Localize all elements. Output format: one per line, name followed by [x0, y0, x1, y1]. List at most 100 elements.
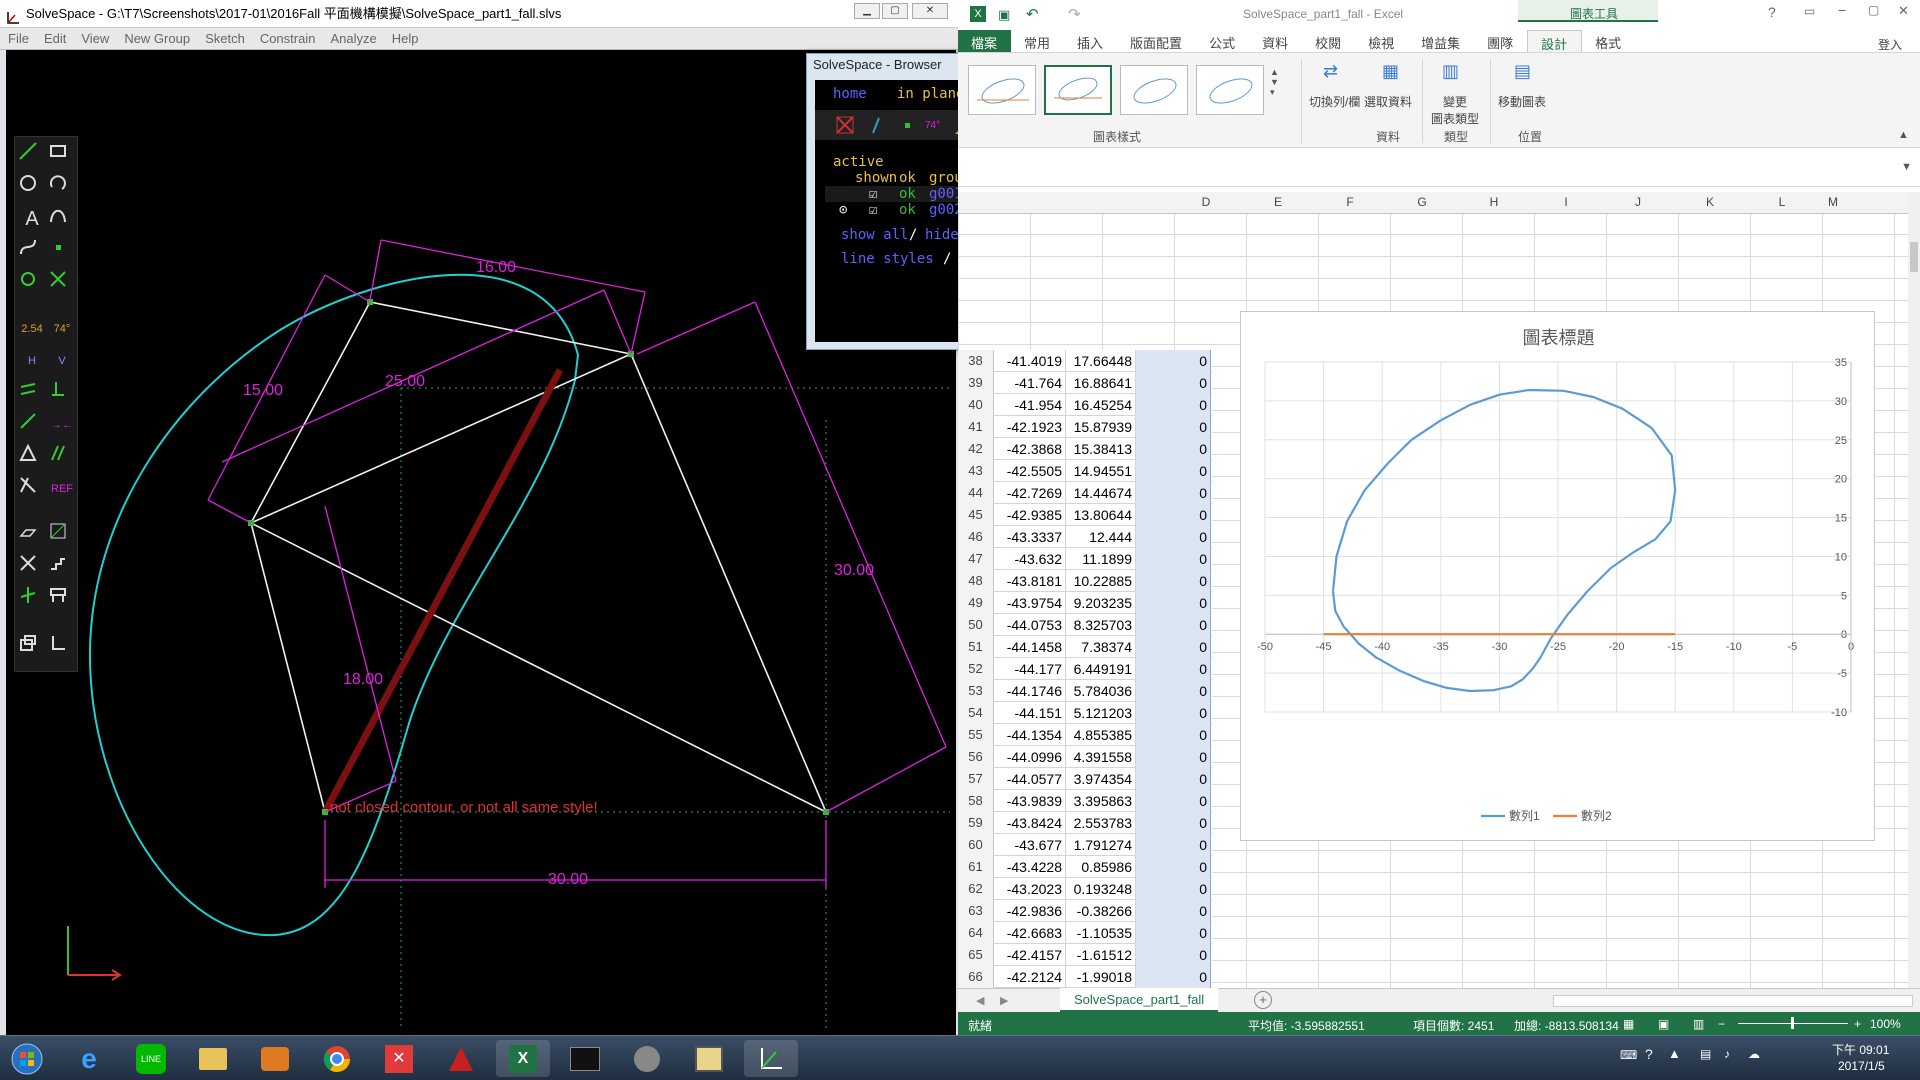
cell[interactable]: -43.9839 — [994, 790, 1066, 812]
cell[interactable]: -43.4228 — [994, 856, 1066, 878]
cell[interactable]: 0 — [1136, 878, 1211, 900]
line-taskbar-icon[interactable]: LINE — [124, 1040, 178, 1077]
cell[interactable]: 0 — [1136, 746, 1211, 768]
table-row[interactable]: 64 -42.6683 -1.10535 0 — [958, 922, 1212, 944]
clock-date[interactable]: 2017/1/5 — [1838, 1059, 1885, 1073]
normals-visibility-icon[interactable] — [872, 117, 880, 134]
cell[interactable]: -44.0577 — [994, 768, 1066, 790]
dim-label-30-bottom[interactable]: 30.00 — [548, 871, 588, 888]
distance-dimension-icon[interactable]: 2.54 — [18, 315, 46, 343]
menu-edit[interactable]: Edit — [36, 28, 73, 49]
cell[interactable]: 0 — [1136, 922, 1211, 944]
maximize-button[interactable]: ▢ — [882, 3, 908, 19]
cell[interactable]: 3.974354 — [1066, 768, 1136, 790]
switch-row-column-icon[interactable]: ⇄ — [1323, 61, 1338, 82]
rectangle-tool-icon[interactable] — [48, 141, 76, 169]
row-number[interactable]: 46 — [958, 526, 994, 548]
close-button[interactable]: ✕ — [912, 3, 948, 19]
solvespace-taskbar-icon[interactable] — [744, 1040, 798, 1077]
cell[interactable]: 4.855385 — [1066, 724, 1136, 746]
change-chart-type-button[interactable]: 變更 圖表類型 — [1430, 93, 1480, 127]
horizontal-constraint-icon[interactable]: H — [18, 347, 46, 375]
cell[interactable]: -44.0996 — [994, 746, 1066, 768]
xmind-taskbar-icon[interactable]: ✕ — [372, 1040, 426, 1077]
dim-label-30-right[interactable]: 30.00 — [834, 562, 874, 579]
cell[interactable]: 14.94551 — [1066, 460, 1136, 482]
select-data-icon[interactable]: ▦ — [1382, 61, 1399, 82]
minimize-button[interactable]: ▁ — [854, 3, 880, 19]
close-icon[interactable]: ✕ — [1898, 3, 1909, 19]
gallery-more-icon[interactable]: ▲ ▼ ▾ — [1270, 67, 1279, 98]
cell[interactable]: -42.1923 — [994, 416, 1066, 438]
save-icon[interactable]: ▣ — [998, 7, 1010, 23]
row-number[interactable]: 43 — [958, 460, 994, 482]
cell[interactable]: -43.2023 — [994, 878, 1066, 900]
tray-network-icon[interactable]: ▤ — [1700, 1047, 1711, 1061]
tab-design[interactable]: 設計 — [1527, 30, 1583, 52]
table-row[interactable]: 63 -42.9836 -0.38266 0 — [958, 900, 1212, 922]
linkage-lines[interactable] — [250, 301, 827, 813]
cell[interactable]: 0 — [1136, 702, 1211, 724]
lathe-icon[interactable] — [48, 521, 76, 549]
cell[interactable]: 0 — [1136, 372, 1211, 394]
sign-in-link[interactable]: 登入 — [1865, 33, 1916, 53]
cell[interactable]: 2.553783 — [1066, 812, 1136, 834]
tray-expand-icon[interactable]: ▲ — [1668, 1046, 1681, 1061]
select-data-button[interactable]: 選取資料 — [1364, 93, 1412, 110]
step-rotate-icon[interactable] — [18, 553, 46, 581]
tray-keyboard-icon[interactable]: ⌨ — [1620, 1048, 1637, 1062]
cell[interactable]: -42.5505 — [994, 460, 1066, 482]
cell[interactable]: 6.449191 — [1066, 658, 1136, 680]
group-checkbox-1[interactable]: ☑ — [869, 186, 877, 202]
cell[interactable]: -44.1746 — [994, 680, 1066, 702]
tray-volume-icon[interactable]: ♪ — [1724, 1047, 1730, 1061]
row-number[interactable]: 38 — [958, 350, 994, 372]
ground-link[interactable] — [321, 368, 564, 814]
switch-row-column-button[interactable]: 切換列/欄 — [1309, 93, 1360, 110]
arc-tool-icon[interactable] — [48, 173, 76, 201]
table-row[interactable]: 40 -41.954 16.45254 0 — [958, 394, 1212, 416]
table-row[interactable]: 58 -43.9839 3.395863 0 — [958, 790, 1212, 812]
cell[interactable]: -42.4157 — [994, 944, 1066, 966]
cell[interactable]: 8.325703 — [1066, 614, 1136, 636]
solvespace-titlebar[interactable]: SolveSpace - G:\T7\Screenshots\2017-01\2… — [0, 0, 958, 28]
tab-format[interactable]: 格式 — [1582, 30, 1635, 52]
cell[interactable]: 16.45254 — [1066, 394, 1136, 416]
table-row[interactable]: 51 -44.1458 7.38374 0 — [958, 636, 1212, 658]
parallel-constraint-icon[interactable] — [18, 379, 46, 407]
menu-help[interactable]: Help — [384, 28, 426, 49]
table-row[interactable]: 50 -44.0753 8.325703 0 — [958, 614, 1212, 636]
cell[interactable]: 0 — [1136, 394, 1211, 416]
dim-label-16[interactable]: 16.00 — [476, 259, 516, 276]
col-header-h[interactable]: H — [1458, 195, 1530, 209]
cell[interactable]: 0 — [1136, 592, 1211, 614]
table-row[interactable]: 39 -41.764 16.88641 0 — [958, 372, 1212, 394]
cell[interactable]: 4.391558 — [1066, 746, 1136, 768]
cell[interactable]: -41.954 — [994, 394, 1066, 416]
row-number[interactable]: 52 — [958, 658, 994, 680]
group-checkbox-2[interactable]: ☑ — [869, 202, 877, 218]
menu-file[interactable]: File — [0, 28, 36, 49]
row-number[interactable]: 45 — [958, 504, 994, 526]
row-number[interactable]: 66 — [958, 966, 994, 988]
cell[interactable]: 5.121203 — [1066, 702, 1136, 724]
table-row[interactable]: 62 -43.2023 0.193248 0 — [958, 878, 1212, 900]
cell[interactable]: -43.632 — [994, 548, 1066, 570]
tab-layout[interactable]: 版面配置 — [1117, 30, 1196, 52]
row-number[interactable]: 54 — [958, 702, 994, 724]
cell[interactable]: 0 — [1136, 416, 1211, 438]
angle-dimension-icon[interactable]: 74° — [48, 315, 76, 343]
reference-toggle-icon[interactable]: REF — [48, 475, 76, 503]
cell[interactable]: 9.203235 — [1066, 592, 1136, 614]
cell[interactable]: 0 — [1136, 526, 1211, 548]
cmd-taskbar-icon[interactable] — [558, 1040, 612, 1077]
zoom-out-icon[interactable]: − — [1718, 1017, 1725, 1031]
col-header-g[interactable]: G — [1386, 195, 1458, 209]
cell[interactable]: 15.87939 — [1066, 416, 1136, 438]
maximize-icon[interactable]: ▢ — [1868, 3, 1879, 17]
active-group-radio-icon[interactable]: ⊙ — [839, 202, 847, 218]
cell[interactable]: 0 — [1136, 570, 1211, 592]
ratio-constraint-icon[interactable] — [48, 443, 76, 471]
cell[interactable]: -44.0753 — [994, 614, 1066, 636]
tab-view[interactable]: 檢視 — [1355, 30, 1408, 52]
